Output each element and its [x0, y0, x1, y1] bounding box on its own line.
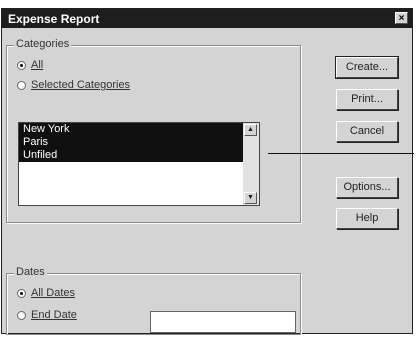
title-bar[interactable]: Expense Report × — [2, 9, 412, 28]
scroll-up-arrow-icon[interactable]: ▲ — [244, 124, 257, 136]
create-button[interactable]: Create... — [335, 56, 399, 79]
listbox-scrollbar[interactable]: ▲ ▼ — [243, 123, 259, 205]
list-item[interactable]: Paris — [19, 136, 245, 149]
radio-end-date-label: End Date — [31, 309, 77, 321]
window-title: Expense Report — [8, 12, 100, 26]
categories-group: Categories All Selected Categories New Y… — [6, 38, 301, 223]
radio-all[interactable]: All — [17, 59, 43, 71]
radio-all-label: All — [31, 59, 44, 71]
callout-line — [268, 153, 414, 154]
close-icon[interactable]: × — [395, 12, 408, 24]
radio-selected-categories[interactable]: Selected Categories — [17, 79, 130, 91]
radio-button-icon — [17, 288, 26, 298]
help-button[interactable]: Help — [336, 208, 398, 229]
radio-end-date[interactable]: End Date — [17, 309, 77, 321]
categories-group-label: Categories — [14, 38, 72, 50]
radio-button-icon — [17, 310, 26, 320]
cancel-button[interactable]: Cancel — [336, 121, 398, 142]
radio-all-dates-label: All Dates — [31, 287, 76, 299]
scroll-down-arrow-icon[interactable]: ▼ — [244, 192, 257, 204]
options-button[interactable]: Options... — [336, 177, 398, 198]
dates-group-label: Dates — [14, 266, 47, 278]
categories-listbox[interactable]: New York Paris Unfiled ▲ ▼ — [18, 122, 260, 206]
end-date-input[interactable] — [150, 311, 296, 333]
radio-selected-categories-label: Selected Categories — [31, 79, 131, 91]
list-item[interactable]: Unfiled — [19, 149, 245, 162]
expense-report-dialog: Expense Report × Categories All Selected… — [1, 8, 413, 335]
radio-button-icon — [17, 80, 26, 90]
radio-all-dates[interactable]: All Dates — [17, 287, 75, 299]
radio-button-icon — [17, 60, 26, 70]
list-item[interactable]: New York — [19, 123, 245, 136]
print-button[interactable]: Print... — [336, 89, 398, 110]
